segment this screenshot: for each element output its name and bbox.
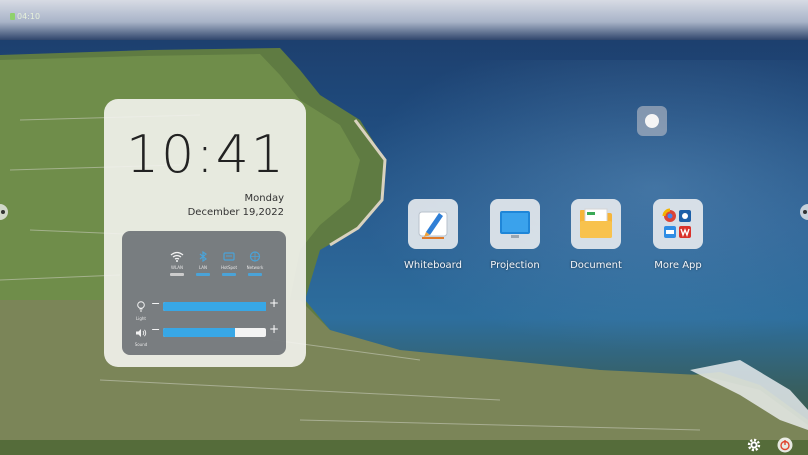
app-whiteboard-tile[interactable] xyxy=(408,199,458,249)
clock-widget: 10:41 Monday December 19,2022 WLAN LAN H… xyxy=(104,99,306,367)
toggle-lan-indicator xyxy=(196,273,210,276)
toggle-network-indicator xyxy=(248,273,262,276)
toggle-hotspot[interactable]: HotSpot xyxy=(216,251,242,276)
app-projection-label: Projection xyxy=(490,260,540,271)
speaker-icon xyxy=(136,329,147,337)
toggle-wlan[interactable]: WLAN xyxy=(164,251,190,276)
sound-decrease-button[interactable]: − xyxy=(151,323,160,336)
projection-screen-icon xyxy=(500,211,530,238)
sound-slider-track[interactable] xyxy=(163,328,266,337)
sound-increase-button[interactable]: + xyxy=(269,322,279,336)
toggle-lan-label: LAN xyxy=(198,265,208,270)
light-slider-icon-group: Light xyxy=(134,297,148,321)
light-increase-button[interactable]: + xyxy=(269,296,279,310)
app-projection[interactable]: Projection xyxy=(475,199,555,271)
status-time: 04:10 xyxy=(17,12,41,21)
app-document-tile[interactable] xyxy=(571,199,621,249)
power-icon[interactable] xyxy=(777,437,793,453)
light-decrease-button[interactable]: − xyxy=(151,297,160,310)
light-slider-label: Light xyxy=(136,316,146,321)
left-edge-dot-icon xyxy=(1,210,5,214)
more-apps-grid-icon xyxy=(662,208,691,238)
settings-gear-icon[interactable] xyxy=(746,437,762,453)
hotspot-icon xyxy=(223,252,235,261)
app-document-label: Document xyxy=(570,260,622,271)
bluetooth-icon xyxy=(199,251,208,262)
light-slider-track[interactable] xyxy=(163,302,266,311)
light-slider-fill xyxy=(163,302,266,311)
app-whiteboard[interactable]: Whiteboard xyxy=(393,199,473,271)
clock-date: December 19,2022 xyxy=(187,207,284,218)
desktop-screen: 04:10 10:41 Monday December 19,2022 WLAN xyxy=(0,0,808,455)
app-more-apps-tile[interactable] xyxy=(653,199,703,249)
app-document[interactable]: Document xyxy=(556,199,636,271)
sound-slider-icon-group: Sound xyxy=(134,323,148,347)
app-more-apps-label: More App xyxy=(654,260,702,271)
toggle-hotspot-label: HotSpot xyxy=(220,265,238,270)
toggle-lan[interactable]: LAN xyxy=(190,251,216,276)
toggle-hotspot-indicator xyxy=(222,273,236,276)
status-bar: 04:10 xyxy=(10,12,40,21)
quick-settings-panel: WLAN LAN HotSpot Network Light − + Sound… xyxy=(122,231,286,355)
clock-day: Monday xyxy=(244,193,284,204)
light-slider[interactable]: Light − + xyxy=(134,296,284,321)
battery-icon xyxy=(10,13,15,20)
document-folder-icon xyxy=(580,208,612,238)
toggle-wlan-indicator xyxy=(170,273,184,276)
app-more-apps[interactable]: More App xyxy=(638,199,718,271)
assistive-knob-icon xyxy=(645,114,659,128)
app-projection-tile[interactable] xyxy=(490,199,540,249)
sound-slider-label: Sound xyxy=(134,342,148,347)
clock-time: 10:41 xyxy=(126,125,286,185)
whiteboard-pen-icon xyxy=(418,211,448,239)
app-whiteboard-label: Whiteboard xyxy=(404,260,462,271)
right-edge-dot-icon xyxy=(803,210,807,214)
network-icon xyxy=(249,251,261,262)
sound-slider[interactable]: Sound − + xyxy=(134,322,284,347)
toggle-wlan-label: WLAN xyxy=(170,265,183,270)
toggle-network[interactable]: Network xyxy=(242,251,268,276)
floating-assistive-button[interactable] xyxy=(637,106,667,136)
light-bulb-icon xyxy=(137,301,145,312)
wifi-icon xyxy=(170,251,184,262)
sound-slider-fill xyxy=(163,328,236,337)
toggle-network-label: Network xyxy=(246,265,264,270)
